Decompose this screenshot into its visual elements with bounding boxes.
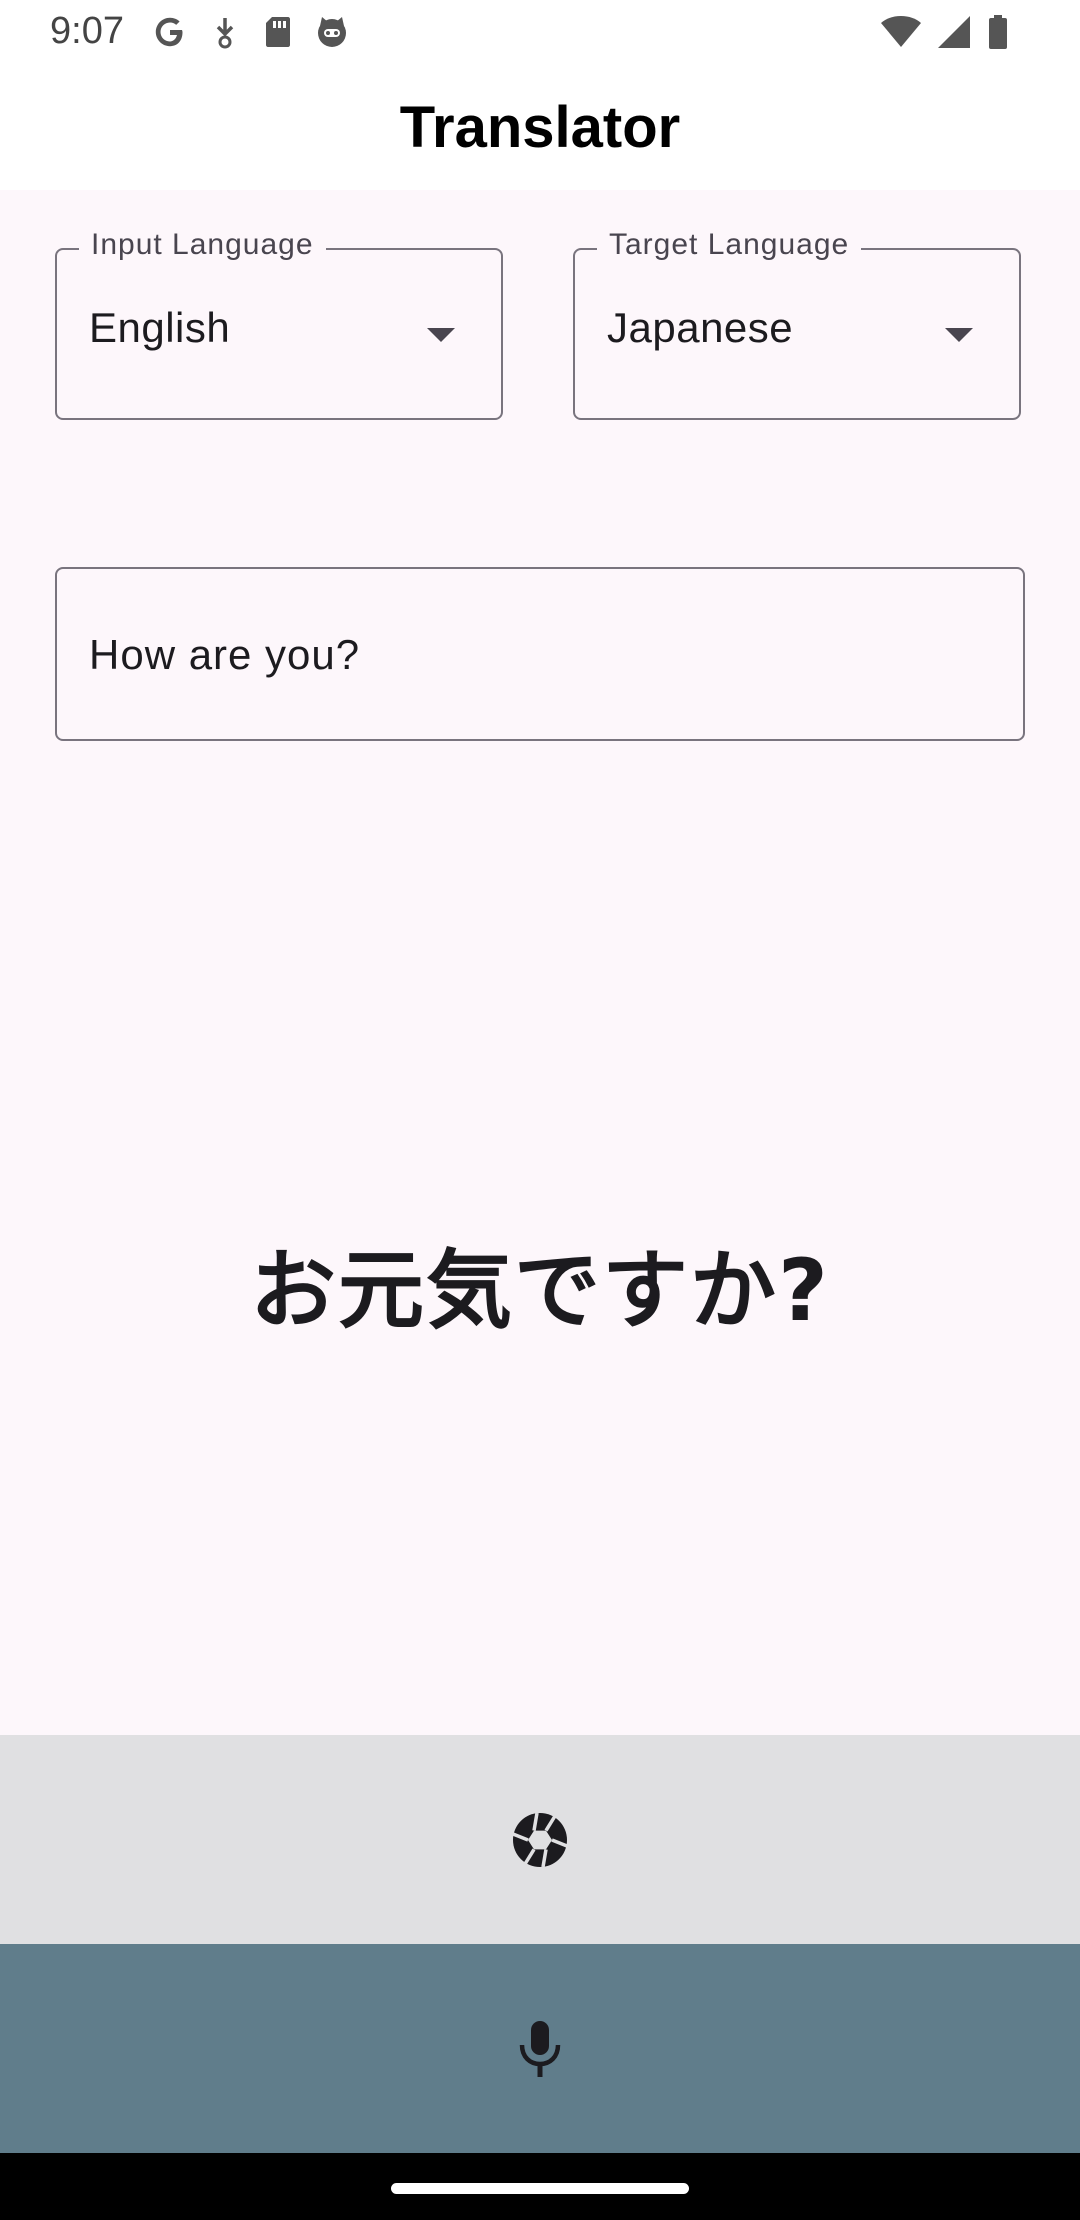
navigation-bar xyxy=(0,2153,1080,2220)
microphone-button[interactable] xyxy=(0,1944,1080,2153)
download-icon xyxy=(216,18,234,49)
battery-icon xyxy=(989,15,1007,49)
system-icons xyxy=(880,14,1010,50)
dropdown-arrow-icon xyxy=(945,328,973,342)
dropdown-arrow-icon xyxy=(427,328,455,342)
input-language-label: Input Language xyxy=(79,228,326,262)
status-bar: 9:07 xyxy=(0,0,1080,66)
target-language-value: Japanese xyxy=(607,304,794,351)
page-title: Translator xyxy=(399,94,681,160)
target-language-label: Target Language xyxy=(597,228,862,262)
google-icon xyxy=(155,17,183,47)
wifi-icon xyxy=(881,16,921,47)
input-language-value: English xyxy=(89,304,231,351)
sd-card-icon xyxy=(266,17,290,47)
app-bar: Translator xyxy=(0,66,1080,190)
source-text-value: How are you? xyxy=(89,631,361,678)
target-language-dropdown[interactable]: Target Language Japanese xyxy=(573,228,1021,420)
source-text-input[interactable]: How are you? xyxy=(55,567,1025,741)
camera-shutter-icon xyxy=(512,1812,568,1867)
cat-face-icon xyxy=(318,17,346,47)
home-indicator[interactable] xyxy=(391,2183,689,2194)
microphone-icon xyxy=(519,2020,561,2077)
notification-icons xyxy=(152,14,350,50)
status-time: 9:07 xyxy=(50,10,124,52)
input-language-dropdown[interactable]: Input Language English xyxy=(55,228,503,420)
signal-icon xyxy=(938,16,970,48)
translation-output: お元気ですか? xyxy=(250,1241,830,1341)
camera-button[interactable] xyxy=(0,1735,1080,1944)
